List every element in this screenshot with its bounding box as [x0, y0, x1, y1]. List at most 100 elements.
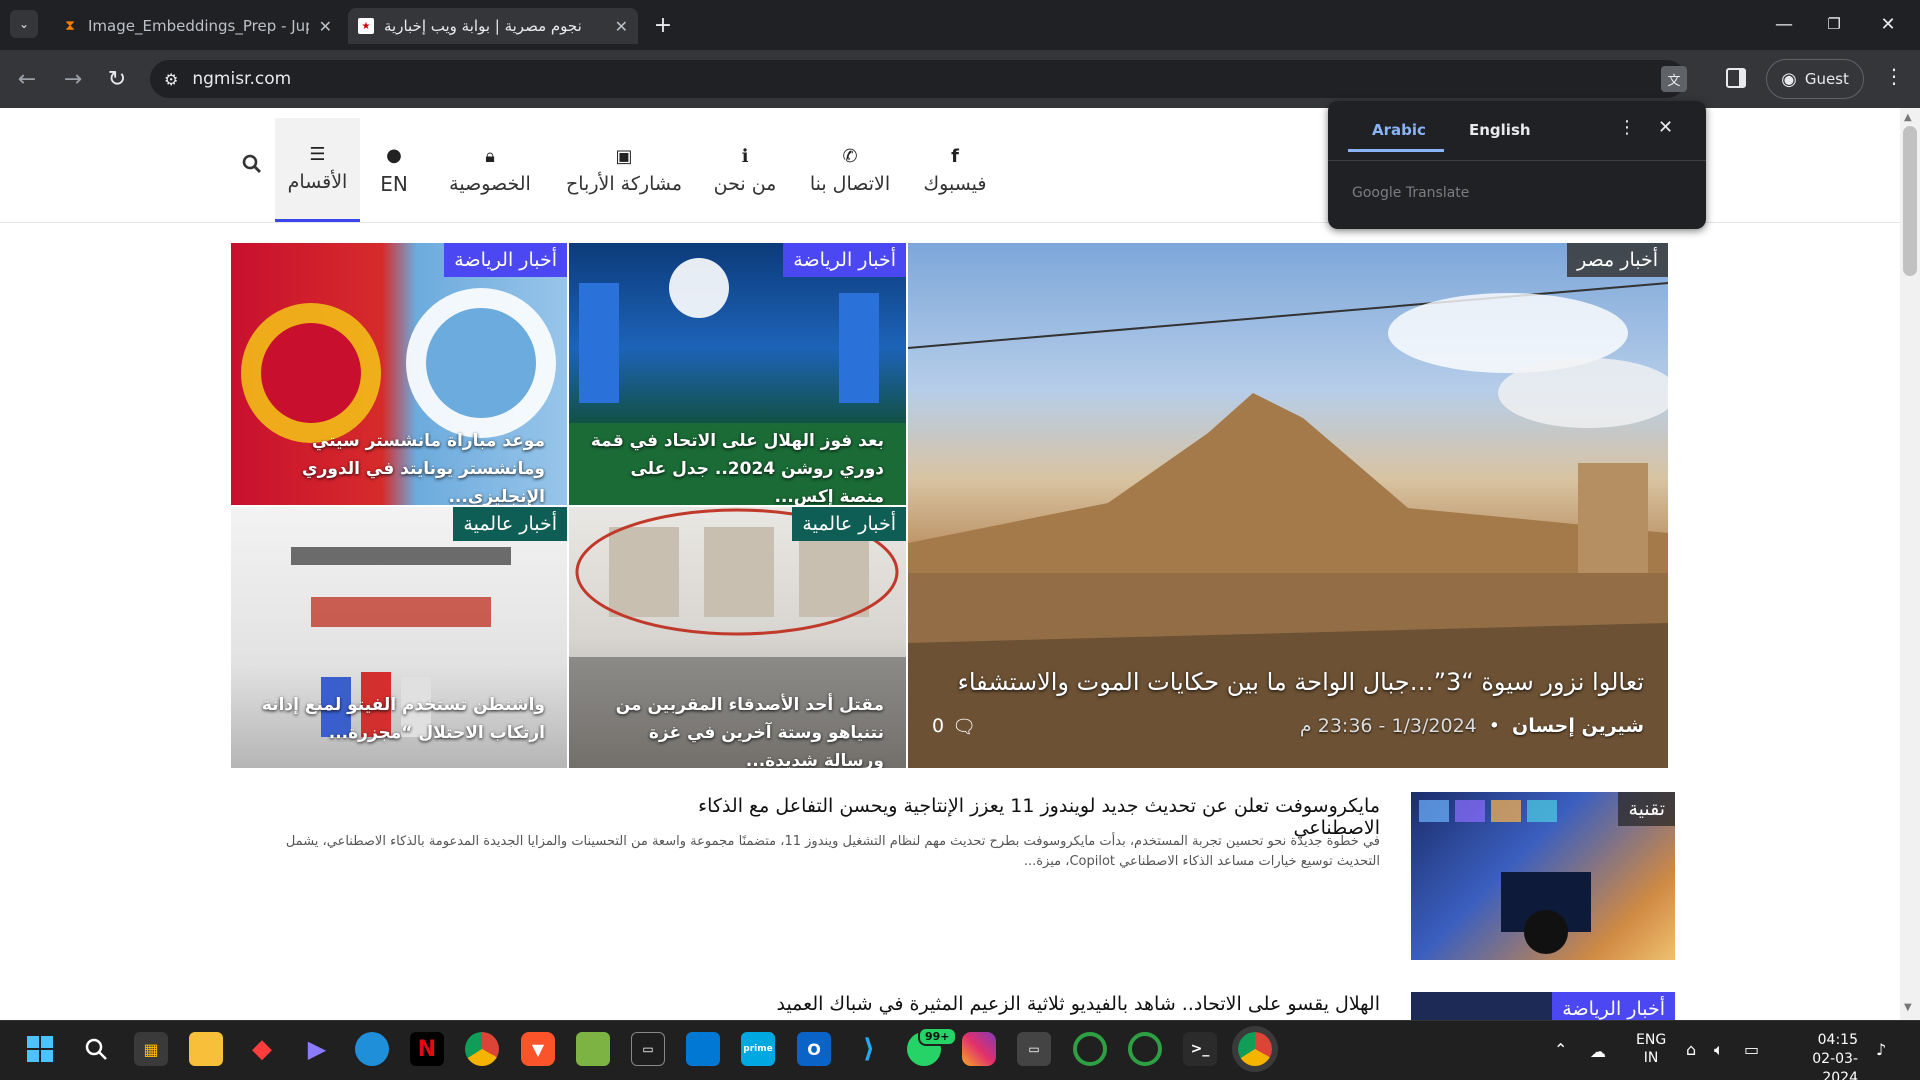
chrome-icon[interactable] [465, 1032, 499, 1066]
info-icon: ℹ [741, 145, 749, 167]
featured-article[interactable]: أخبار مصر تعالوا نزور سيوة “3”…جبال الوا… [908, 243, 1668, 768]
address-bar[interactable]: ⚙ ngmisr.com [150, 60, 1686, 98]
edge-icon[interactable] [355, 1032, 389, 1066]
tab-title: نجوم مصرية | بوابة ويب إخبارية [384, 17, 582, 35]
app-green-icon[interactable] [576, 1032, 610, 1066]
app-blue-icon[interactable] [686, 1032, 720, 1066]
volume-mute-icon[interactable]: 🔈︎ [1714, 1040, 1724, 1060]
close-icon[interactable]: ✕ [615, 17, 628, 36]
article-title[interactable]: موعد مباراة مانشستر سيتي ومانشستر يونايت… [245, 427, 545, 505]
facebook-icon: f [951, 145, 959, 167]
onedrive-icon[interactable]: ☁ [1590, 1042, 1606, 1061]
list-item[interactable]: أخبار الرياضة [1411, 992, 1675, 1020]
site-info-icon[interactable]: ⚙ [164, 70, 178, 89]
category-badge[interactable]: تقنية [1618, 792, 1675, 826]
site-favicon-icon: ★ [358, 18, 374, 34]
tab-ngmisr[interactable]: ★ نجوم مصرية | بوابة ويب إخبارية ✕ [348, 8, 638, 44]
vscode-icon[interactable]: ⟩ [852, 1032, 886, 1066]
google-translate-brand: Google Translate [1352, 185, 1470, 201]
category-badge[interactable]: أخبار الرياضة [783, 243, 906, 277]
tab-title: Image_Embeddings_Prep - Jupy [88, 17, 309, 35]
meta-separator: • [1488, 715, 1500, 737]
category-badge[interactable]: أخبار مصر [1567, 243, 1668, 277]
app-diamond-icon[interactable]: ◆ [245, 1032, 279, 1066]
comments-count[interactable]: 0 🗨︎ [932, 715, 976, 738]
scroll-up-arrow[interactable]: ▲ [1904, 112, 1912, 123]
scrollbar-thumb[interactable] [1903, 126, 1917, 276]
account-icon: ◉ [1781, 68, 1797, 90]
nav-privacy[interactable]: 🔒︎ الخصوصية [440, 118, 540, 222]
side-panel-icon[interactable] [1726, 68, 1746, 88]
terminal-app-icon[interactable]: ▭ [631, 1032, 665, 1066]
network-icon[interactable]: ⌂ [1686, 1040, 1696, 1059]
more-options-icon[interactable]: ⋮ [1618, 117, 1636, 138]
brave-icon[interactable]: ▼ [521, 1032, 555, 1066]
post-date: 1/3/2024 - 23:36 م [1299, 715, 1477, 737]
grid-article-1[interactable]: أخبار الرياضة بعد فوز الهلال على الاتحاد… [569, 243, 906, 505]
nav-label: الاتصال بنا [809, 172, 891, 195]
terminal-icon[interactable]: >_ [1183, 1032, 1217, 1066]
tray-chevron-icon[interactable]: ⌃ [1554, 1040, 1567, 1059]
grid-article-3[interactable]: أخبار عالمية مقتل أحد الأصدقاء المقربين … [569, 507, 906, 768]
nav-contact[interactable]: ✆ الاتصال بنا [805, 118, 895, 222]
article-title[interactable]: الهلال يقسو على الاتحاد.. شاهد بالفيديو … [620, 993, 1380, 1015]
notification-bell-icon[interactable]: ♪ [1876, 1040, 1886, 1059]
hourglass-icon: ⧗ [65, 18, 75, 34]
back-button[interactable]: ← [10, 62, 44, 96]
close-icon[interactable]: ✕ [319, 17, 332, 36]
scroll-down-arrow[interactable]: ▼ [1904, 1002, 1912, 1013]
translate-icon[interactable]: 文 [1661, 66, 1687, 92]
whatsapp-badge: 99+ [918, 1027, 957, 1046]
store-icon[interactable]: ▦ [134, 1032, 168, 1066]
search-icon[interactable] [79, 1032, 113, 1066]
lang-arabic-tab[interactable]: Arabic [1372, 121, 1426, 139]
lang-english-tab[interactable]: English [1469, 121, 1531, 139]
clock-time: 04:15 [1817, 1032, 1858, 1048]
list-item[interactable]: تقنية [1411, 792, 1675, 960]
tab-jupyter[interactable]: ⧗ Image_Embeddings_Prep - Jupy ✕ [52, 8, 342, 44]
nav-label: EN [380, 171, 408, 196]
more-menu-icon[interactable]: ⋮ [1884, 64, 1904, 88]
article-title[interactable]: مقتل أحد الأصدقاء المقربين من نتنياهو وس… [584, 691, 884, 768]
app-ring-icon[interactable] [1128, 1032, 1162, 1066]
clock[interactable]: 04:15 02-03-2024 [1786, 1031, 1858, 1088]
minimize-button[interactable]: — [1756, 0, 1812, 48]
tab-search-button[interactable]: ⌄ [10, 10, 38, 38]
category-badge[interactable]: أخبار الرياضة [444, 243, 567, 277]
category-badge[interactable]: أخبار عالمية [792, 507, 906, 541]
category-badge[interactable]: أخبار عالمية [453, 507, 567, 541]
start-icon[interactable] [23, 1032, 57, 1066]
file-explorer-icon[interactable] [189, 1032, 223, 1066]
nav-facebook[interactable]: f فيسبوك [920, 118, 990, 222]
app-window-icon[interactable]: ▭ [1017, 1032, 1051, 1066]
forward-button[interactable]: → [56, 62, 90, 96]
instagram-icon[interactable] [962, 1032, 996, 1066]
nav-sections[interactable]: ☰ الأقسام [275, 118, 360, 222]
grid-article-4[interactable]: أخبار عالمية واشنطن تستخدم الفيتو لمنع إ… [231, 507, 567, 768]
category-badge[interactable]: أخبار الرياضة [1552, 992, 1675, 1020]
reload-button[interactable]: ↻ [100, 62, 134, 96]
search-icon[interactable] [240, 152, 264, 176]
close-icon[interactable]: ✕ [1658, 117, 1673, 138]
nav-profit-sharing[interactable]: ▣ مشاركة الأرباح [565, 118, 683, 222]
article-title[interactable]: بعد فوز الهلال على الاتحاد في قمة دوري ر… [584, 427, 884, 505]
close-window-button[interactable]: ✕ [1860, 0, 1916, 48]
battery-icon[interactable]: ▭ [1744, 1040, 1759, 1059]
language-indicator[interactable]: ENG IN [1636, 1031, 1666, 1067]
chrome-active-icon[interactable] [1238, 1032, 1272, 1066]
nav-english[interactable]: ● EN [370, 118, 418, 222]
app-ring-icon[interactable] [1073, 1032, 1107, 1066]
active-tab-indicator [1348, 149, 1444, 152]
prime-video-icon[interactable]: prime [741, 1032, 775, 1066]
featured-title[interactable]: تعالوا نزور سيوة “3”…جبال الواحة ما بين … [958, 668, 1644, 696]
new-tab-button[interactable]: + [650, 12, 676, 38]
app-triangle-icon[interactable]: ▶ [300, 1032, 334, 1066]
outlook-icon[interactable]: O [797, 1032, 831, 1066]
author-name[interactable]: شيرين إحسان [1512, 715, 1644, 737]
netflix-icon[interactable]: N [410, 1032, 444, 1066]
article-title[interactable]: واشنطن تستخدم الفيتو لمنع إدانة ارتكاب ا… [245, 691, 545, 747]
grid-article-2[interactable]: أخبار الرياضة موعد مباراة مانشستر سيتي و… [231, 243, 567, 505]
restore-button[interactable]: ❐ [1806, 0, 1862, 48]
nav-about[interactable]: ℹ من نحن [710, 118, 780, 222]
profile-button[interactable]: ◉ Guest [1766, 59, 1864, 99]
